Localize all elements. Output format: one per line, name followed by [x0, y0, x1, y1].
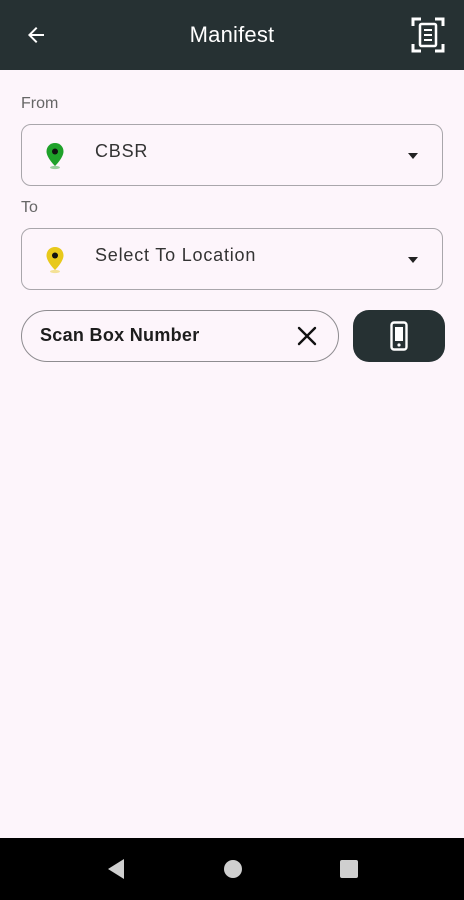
- system-home-button[interactable]: [201, 838, 265, 900]
- location-pin-green-icon: [46, 143, 64, 170]
- scan-box-number-field[interactable]: Scan Box Number: [21, 310, 339, 362]
- device-scan-button[interactable]: [353, 310, 445, 362]
- dropdown-arrow-icon: [408, 257, 418, 263]
- page-title: Manifest: [189, 22, 275, 47]
- close-icon: [297, 326, 317, 346]
- app-bar: Manifest: [0, 0, 464, 70]
- document-scanner-icon: [411, 17, 445, 53]
- from-label: From: [21, 95, 59, 112]
- system-recents-button[interactable]: [317, 838, 381, 900]
- square-recents-icon: [340, 860, 358, 878]
- to-location-placeholder: Select To Location: [95, 245, 257, 265]
- to-label: To: [21, 199, 38, 216]
- to-location-dropdown[interactable]: Select To Location: [21, 228, 443, 290]
- from-location-dropdown[interactable]: CBSR: [21, 124, 443, 186]
- clear-button[interactable]: [294, 323, 320, 349]
- system-navigation-bar: [0, 838, 464, 900]
- mobile-device-icon: [390, 321, 408, 351]
- dropdown-arrow-icon: [408, 153, 418, 159]
- scan-document-button[interactable]: [406, 12, 450, 58]
- location-pin-yellow-icon: [46, 247, 64, 274]
- triangle-back-icon: [108, 859, 124, 879]
- circle-home-icon: [224, 860, 242, 878]
- from-location-value: CBSR: [95, 141, 149, 161]
- system-back-button[interactable]: [84, 838, 148, 900]
- scan-box-number-text: Scan Box Number: [40, 325, 200, 345]
